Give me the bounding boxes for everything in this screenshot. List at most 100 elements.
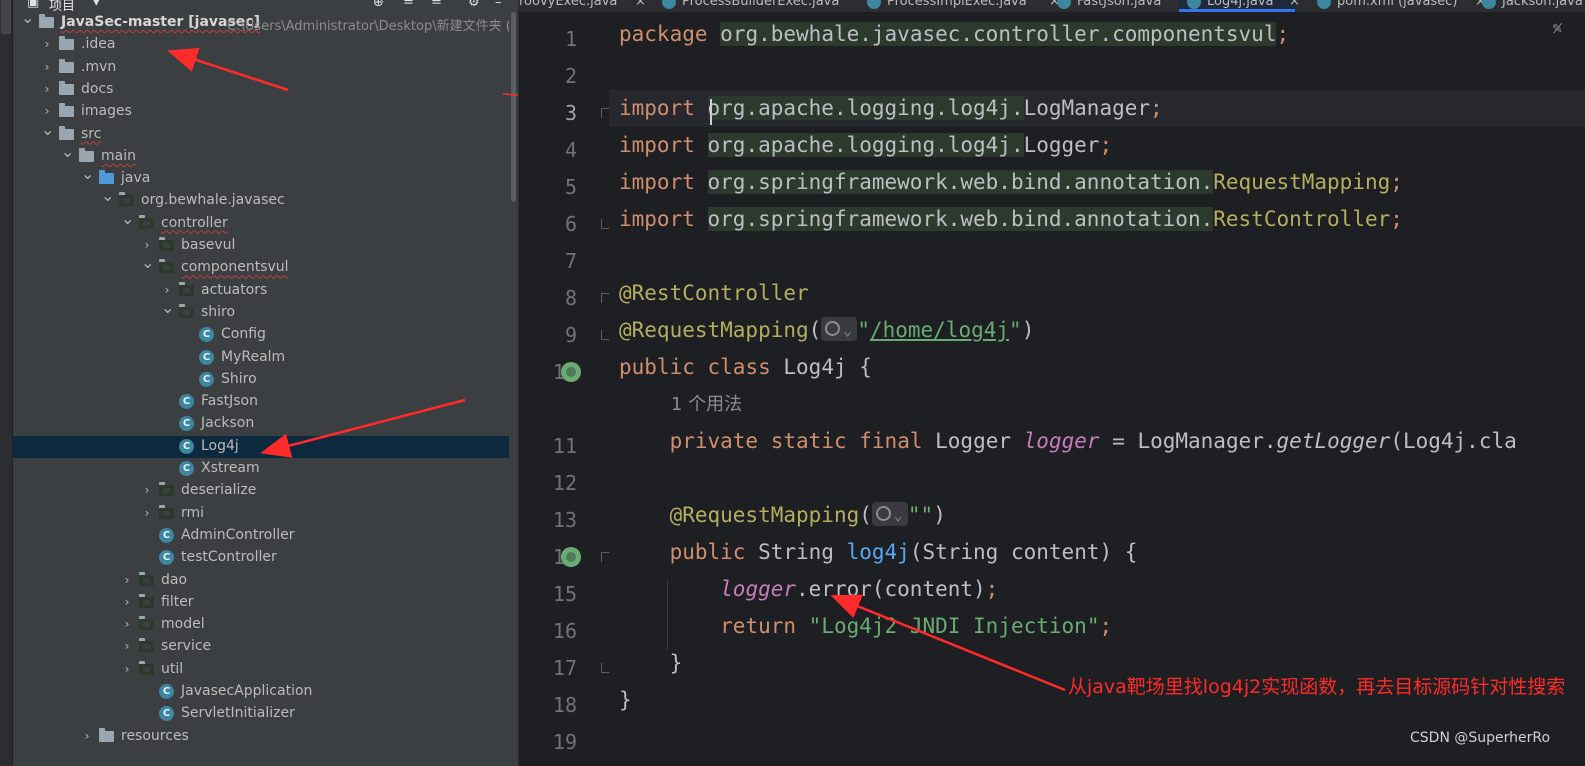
tree-row[interactable]: C FastJson	[13, 391, 509, 413]
tree-row[interactable]: › resources	[13, 726, 509, 748]
tree-row[interactable]: C ServletInitializer	[13, 703, 509, 725]
tree-row[interactable]: C Xstream	[13, 458, 509, 480]
editor-tab-label: Log4j.java	[1207, 0, 1274, 9]
spring-endpoint-icon[interactable]	[561, 547, 581, 567]
tree-row[interactable]: C MyRealm	[13, 347, 509, 369]
code-token: ;	[1390, 170, 1403, 194]
tree-row[interactable]: › basevul	[13, 235, 509, 257]
chevron-down-icon[interactable]: ⌄	[41, 121, 54, 137]
tree-row[interactable]: › docs	[13, 79, 509, 101]
tree-row[interactable]: › actuators	[13, 280, 509, 302]
locate-icon[interactable]: ⊕	[373, 0, 384, 10]
code-token: org.apache.logging.log4j.	[707, 133, 1024, 157]
chevron-right-icon[interactable]: ›	[41, 37, 53, 51]
tree-row[interactable]: CtestController	[13, 547, 509, 569]
code-token: ""	[907, 503, 934, 527]
chevron-right-icon[interactable]: ›	[121, 639, 133, 653]
folder-icon	[99, 170, 114, 185]
close-icon[interactable]: ×	[635, 0, 646, 9]
editor-tab[interactable]: FastJson.java×	[1049, 0, 1194, 12]
tree-row[interactable]: › dao	[13, 570, 509, 592]
tree-row[interactable]: ⌄ shiro	[13, 299, 509, 324]
chevron-right-icon[interactable]: ›	[41, 82, 53, 96]
code-line: @RestController	[619, 275, 809, 312]
tree-row[interactable]: ⌄ componentsvul	[13, 255, 509, 279]
collapse-all-icon[interactable]: ≙	[431, 0, 442, 10]
tree-row[interactable]: › util	[13, 659, 509, 681]
close-icon[interactable]: ×	[1289, 0, 1300, 9]
chevron-down-icon[interactable]: ⌄	[121, 210, 134, 226]
chevron-down-icon[interactable]: ⌄	[101, 188, 114, 204]
tree-item-label: MyRealm	[221, 348, 286, 365]
code-editor[interactable]: package org.bewhale.javasec.controller.c…	[609, 12, 1585, 766]
chevron-right-icon[interactable]: ›	[141, 238, 153, 252]
chevron-down-icon[interactable]: ⌄	[21, 12, 34, 26]
project-tree[interactable]: ⌄ JavaSec-master [javasec] C:\Users\Admini…	[13, 12, 509, 766]
tree-row[interactable]: C Config	[13, 324, 509, 346]
tree-item-label: src	[81, 125, 102, 142]
editor-tab[interactable]: ProcessImplExec.java ×	[859, 0, 1060, 12]
chevron-right-icon[interactable]: ›	[141, 506, 153, 520]
tree-row[interactable]: › service	[13, 636, 509, 658]
tree-row[interactable]: › images	[13, 101, 509, 123]
chevron-right-icon[interactable]: ›	[121, 617, 133, 631]
tree-row[interactable]: › .idea	[13, 34, 509, 56]
tree-row[interactable]: ⌄ org.bewhale.javasec	[13, 188, 509, 212]
chevron-right-icon[interactable]: ›	[141, 483, 153, 497]
chevron-down-icon[interactable]: ⌄	[61, 143, 74, 159]
tree-row[interactable]: ⌄ src	[13, 121, 509, 146]
editor-tab[interactable]: roovyExec.java ×	[519, 0, 667, 12]
tree-row[interactable]: C Jackson	[13, 413, 509, 435]
chevron-right-icon[interactable]: ›	[161, 283, 173, 297]
tree-row[interactable]: ⌄ java	[13, 166, 509, 190]
chevron-right-icon[interactable]: ›	[41, 60, 53, 74]
tree-row[interactable]: C Shiro	[13, 369, 509, 391]
chevron-right-icon[interactable]: ›	[41, 104, 53, 118]
code-line: return "Log4j2 JNDI Injection";	[619, 608, 1112, 645]
minimize-icon[interactable]: –	[495, 0, 502, 10]
chevron-right-icon[interactable]: ›	[81, 729, 93, 743]
tree-row[interactable]: C JavasecApplication	[13, 681, 509, 703]
reader-mode-icon[interactable]: ✎̸	[1552, 22, 1563, 37]
spring-bean-icon[interactable]	[561, 362, 581, 382]
tree-row[interactable]: ⌄ controller	[13, 210, 509, 235]
tree-row[interactable]: ⌄ JavaSec-master [javasec] C:\Users\Admini…	[13, 12, 509, 34]
chevron-down-icon[interactable]: ⌄	[161, 299, 174, 315]
tree-row[interactable]: › deserialize	[13, 480, 509, 502]
tree-row[interactable]: › .mvn	[13, 57, 509, 79]
web-endpoint-icon[interactable]	[821, 313, 858, 350]
scrollbar-thumb[interactable]	[511, 12, 516, 202]
usage-hint[interactable]: 1 个用法	[671, 390, 742, 420]
tree-scrollbar[interactable]	[509, 12, 518, 766]
editor-tab[interactable]: pom.xml (javasec) ×	[1309, 0, 1486, 12]
chevron-right-icon[interactable]: ›	[121, 662, 133, 676]
chevron-right-icon[interactable]: ›	[121, 595, 133, 609]
web-endpoint-icon[interactable]	[871, 498, 908, 535]
editor-tab[interactable]: Jackson.java×	[1474, 0, 1585, 12]
project-tool-tab[interactable]	[1, 0, 11, 34]
code-token: import	[619, 96, 695, 120]
chevron-right-icon[interactable]: ›	[121, 573, 133, 587]
editor-tab-bar: roovyExec.java×ProcessBuilderExec.java×P…	[519, 0, 1585, 12]
chevron-down-icon[interactable]: ⌄	[141, 255, 154, 271]
editor-tab[interactable]: ProcessBuilderExec.java×	[654, 0, 879, 12]
chevron-down-icon[interactable]: ▾	[93, 0, 100, 10]
tree-row[interactable]: › filter	[13, 592, 509, 614]
chevron-down-icon[interactable]: ⌄	[81, 166, 94, 182]
editor-tab-label: ProcessImplExec.java	[887, 0, 1027, 9]
tree-row[interactable]: C Log4j	[13, 435, 509, 458]
tree-row[interactable]: › model	[13, 614, 509, 636]
project-panel-title[interactable]: 项目	[49, 0, 75, 12]
tree-row[interactable]: › rmi	[13, 503, 509, 525]
expand-all-icon[interactable]: ≚	[403, 0, 414, 10]
line-number: 5	[564, 175, 577, 199]
tree-row[interactable]: C AdminController	[13, 525, 509, 547]
editor-tab[interactable]: Log4j.java ×	[1179, 0, 1300, 12]
project-panel-icon[interactable]: ▣	[27, 0, 39, 10]
mapping-path-link[interactable]: /home/log4j	[870, 318, 1009, 342]
gear-icon[interactable]: ⚙	[468, 0, 480, 10]
